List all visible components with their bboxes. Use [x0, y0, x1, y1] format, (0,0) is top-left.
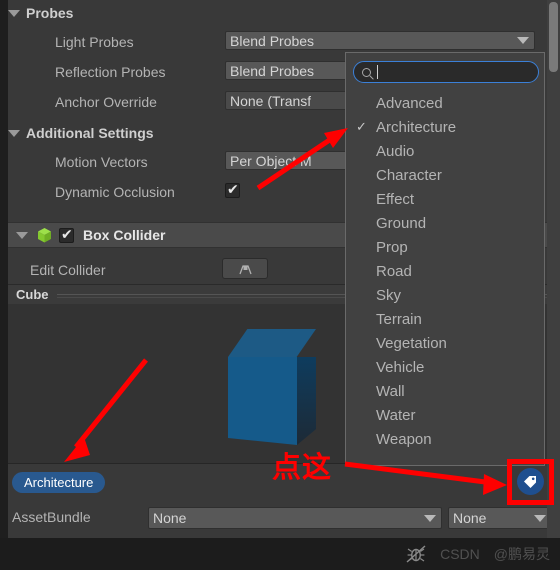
label-dynamic-occlusion: Dynamic Occlusion — [55, 184, 175, 200]
dropdown-option-label: Road — [376, 262, 412, 280]
dropdown-option-label: Wall — [376, 382, 405, 400]
checkmark-icon: ✓ — [356, 119, 367, 134]
dropdown-option-vehicle[interactable]: Vehicle — [346, 355, 544, 379]
section-title-probes: Probes — [26, 5, 74, 21]
label-dropdown-popup: Advanced ✓ Architecture Audio Character Effec… — [345, 52, 545, 466]
unity-inspector-window: Probes Light Probes Blend Probes Reflect… — [0, 0, 560, 570]
dropdown-option-label: Vehicle — [376, 358, 425, 376]
dropdown-option-architecture[interactable]: ✓ Architecture — [346, 115, 544, 139]
panel-left-edge — [0, 0, 8, 538]
label-assetbundle: AssetBundle — [12, 509, 91, 525]
section-title-additional-settings: Additional Settings — [26, 125, 154, 141]
section-header-additional-settings[interactable]: Additional Settings — [8, 122, 154, 144]
dropdown-option-label: Vegetation — [376, 334, 447, 352]
dropdown-option-label: Weapon — [376, 430, 432, 448]
dropdown-option-label: Audio — [376, 142, 415, 160]
dropdown-option-label: Architecture — [376, 118, 457, 136]
text-cursor — [377, 65, 378, 79]
chevron-down-icon — [424, 514, 436, 522]
foldout-triangle-icon[interactable] — [16, 231, 28, 239]
dropdown-assetbundle-variant[interactable]: None — [448, 507, 552, 529]
inspector-scrollbar[interactable] — [547, 0, 560, 538]
edit-collider-icon — [238, 264, 252, 274]
scrollbar-thumb[interactable] — [549, 2, 558, 72]
dropdown-option-vegetation[interactable]: Vegetation — [346, 331, 544, 355]
watermark-author: @鹏易灵 — [493, 546, 550, 562]
dropdown-option-label: Water — [376, 406, 416, 424]
dropdown-option-audio[interactable]: Audio — [346, 139, 544, 163]
asset-label-architecture[interactable]: Architecture — [12, 472, 106, 493]
checkbox-box-collider-enabled[interactable] — [59, 226, 74, 243]
row-motion-vectors: Motion Vectors — [55, 151, 148, 173]
bug-icon[interactable] — [406, 545, 426, 563]
dropdown-option-water[interactable]: Water — [346, 403, 544, 427]
label-light-probes: Light Probes — [55, 34, 134, 50]
search-icon — [362, 67, 371, 77]
dropdown-option-character[interactable]: Character — [346, 163, 544, 187]
chevron-down-icon — [517, 37, 529, 44]
dropdown-motion-vectors-value: Per Object M — [230, 152, 312, 169]
foldout-triangle-icon[interactable] — [8, 9, 20, 17]
dropdown-option-road[interactable]: Road — [346, 259, 544, 283]
label-motion-vectors: Motion Vectors — [55, 154, 148, 170]
checkbox-dynamic-occlusion[interactable] — [225, 181, 240, 198]
preview-object-name: Cube — [16, 287, 49, 302]
dropdown-option-sky[interactable]: Sky — [346, 283, 544, 307]
dropdown-option-terrain[interactable]: Terrain — [346, 307, 544, 331]
edit-collider-button[interactable] — [222, 258, 268, 279]
foldout-triangle-icon[interactable] — [8, 129, 20, 137]
label-edit-collider: Edit Collider — [30, 262, 106, 278]
cube-3d-object — [216, 329, 336, 449]
row-dynamic-occlusion: Dynamic Occlusion — [55, 181, 175, 203]
dropdown-option-effect[interactable]: Effect — [346, 187, 544, 211]
section-header-probes[interactable]: Probes — [8, 2, 73, 24]
row-edit-collider: Edit Collider — [30, 259, 105, 281]
search-field[interactable] — [353, 61, 539, 83]
chevron-down-icon — [534, 514, 546, 522]
row-light-probes: Light Probes — [55, 31, 134, 53]
dropdown-option-label: Prop — [376, 238, 408, 256]
dropdown-assetbundle-name[interactable]: None — [148, 507, 442, 529]
row-anchor-override: Anchor Override — [55, 91, 157, 113]
dropdown-option-list: Advanced ✓ Architecture Audio Character Effec… — [346, 91, 544, 451]
dropdown-option-label: Effect — [376, 190, 415, 208]
highlight-box-tag-button — [507, 459, 554, 505]
label-anchor-override: Anchor Override — [55, 94, 157, 110]
dropdown-assetbundle-variant-value: None — [453, 510, 487, 526]
dropdown-option-prop[interactable]: Prop — [346, 235, 544, 259]
component-title-box-collider: Box Collider — [83, 227, 166, 243]
dropdown-option-wall[interactable]: Wall — [346, 379, 544, 403]
box-collider-icon — [36, 227, 53, 244]
status-bar: CSDN @鹏易灵 — [0, 538, 560, 570]
cube-face-front — [228, 357, 297, 445]
annotation-click-here: 点这 — [272, 450, 333, 484]
label-reflection-probes: Reflection Probes — [55, 64, 166, 80]
objectfield-anchor-override-value: None (Transf — [230, 92, 312, 109]
cube-face-side — [297, 357, 316, 445]
watermark-csdn: CSDN — [440, 546, 480, 562]
row-reflection-probes: Reflection Probes — [55, 61, 166, 83]
dropdown-option-label: Character — [376, 166, 442, 184]
dropdown-option-advanced[interactable]: Advanced — [346, 91, 544, 115]
dropdown-assetbundle-name-value: None — [153, 510, 187, 526]
dropdown-light-probes[interactable]: Blend Probes — [225, 31, 535, 50]
dropdown-option-weapon[interactable]: Weapon — [346, 427, 544, 451]
dropdown-light-probes-value: Blend Probes — [230, 32, 315, 49]
dropdown-option-label: Advanced — [376, 94, 443, 112]
cube-face-top — [228, 329, 316, 357]
dropdown-reflection-probes-value: Blend Probes — [230, 62, 315, 79]
dropdown-option-label: Sky — [376, 286, 402, 304]
dropdown-option-label: Terrain — [376, 310, 422, 328]
asset-label-text: Architecture — [24, 475, 94, 490]
dropdown-option-label: Ground — [376, 214, 427, 232]
dropdown-option-ground[interactable]: Ground — [346, 211, 544, 235]
